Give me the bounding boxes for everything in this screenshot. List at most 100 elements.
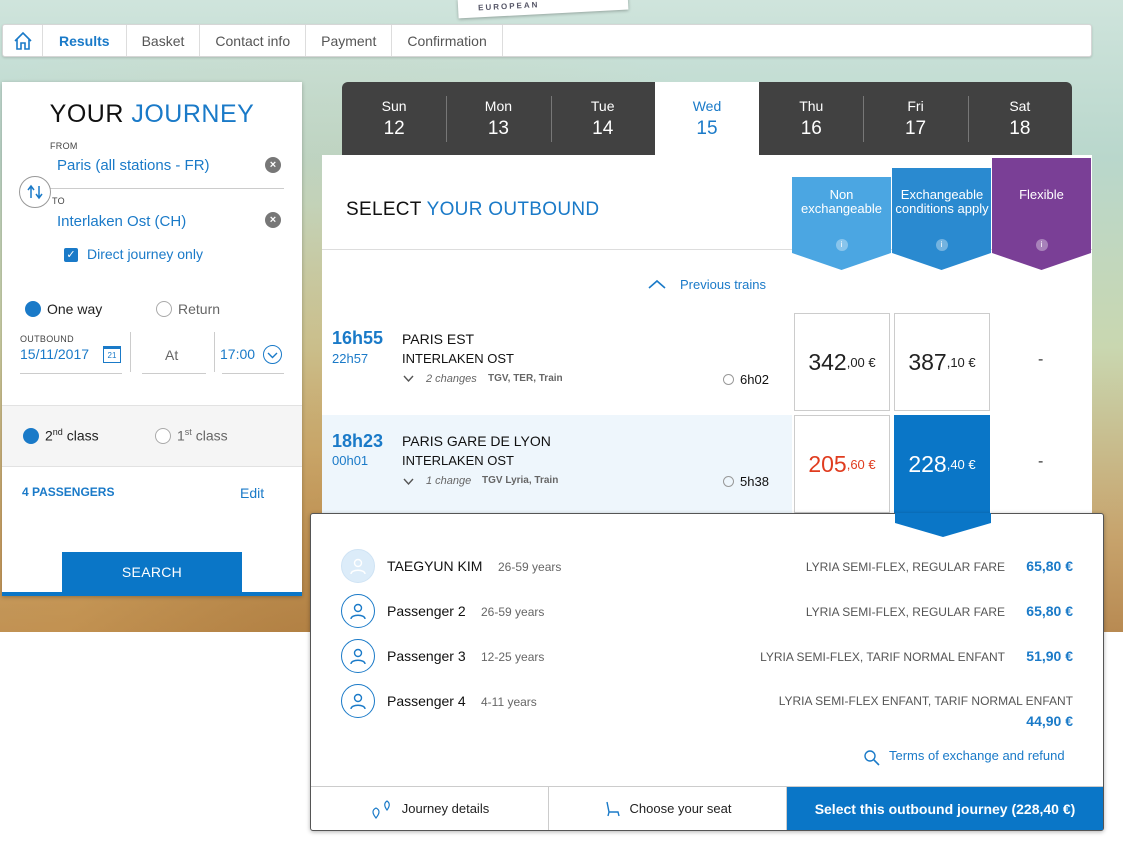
train-1-price-non-exchangeable[interactable]: 342,00 € [794, 313, 890, 411]
passenger-1-name: TAEGYUN KIM [387, 558, 483, 574]
one-way-radio[interactable] [25, 301, 41, 317]
to-input[interactable]: Interlaken Ost (CH) [57, 213, 186, 230]
day-tab-mon[interactable]: Mon 13 [446, 82, 550, 156]
passenger-2-fare: LYRIA SEMI-FLEX, REGULAR FARE [805, 605, 1005, 619]
one-way-label: One way [47, 301, 103, 317]
passenger-1-avatar [341, 549, 375, 583]
train-2-duration: 5h38 [740, 474, 769, 489]
select-outbound-title: SELECT YOUR OUTBOUND [346, 199, 600, 220]
passenger-3-fare: LYRIA SEMI-FLEX, TARIF NORMAL ENFANT [760, 650, 1005, 664]
passenger-1-fare: LYRIA SEMI-FLEX, REGULAR FARE [805, 560, 1005, 574]
passenger-4-name: Passenger 4 [387, 693, 466, 709]
class-selector: 2nd class 1st class [2, 405, 302, 467]
train-1-chevron-down-icon[interactable] [403, 375, 414, 383]
flexible-info-icon[interactable]: i [992, 239, 1091, 253]
clock-icon[interactable] [263, 345, 282, 364]
train-2-price-exchangeable-selected[interactable]: 228,40 € [894, 415, 990, 513]
train-1-price-exchangeable[interactable]: 387,10 € [894, 313, 990, 411]
panel-bottom-bar [2, 592, 302, 596]
calendar-icon[interactable]: 21 [103, 346, 121, 363]
first-class-radio[interactable] [155, 428, 171, 444]
passenger-3-age: 12-25 years [481, 650, 545, 664]
fare-header-exchangeable: Exchangeable conditions apply [895, 187, 989, 216]
previous-trains-link[interactable]: Previous trains [680, 277, 766, 292]
search-button[interactable]: SEARCH [62, 552, 242, 596]
terms-of-exchange-link[interactable]: Terms of exchange and refund [889, 748, 1065, 763]
fare-header-non-exchangeable: Non exchangeable [801, 187, 882, 216]
magnifier-icon [864, 750, 880, 766]
user-icon [350, 558, 366, 575]
return-radio[interactable] [156, 301, 172, 317]
train-1-train-types: TGV, TER, Train [488, 373, 563, 384]
tab-results[interactable]: Results [43, 25, 127, 56]
to-label: TO [52, 196, 65, 206]
day-tab-thu[interactable]: Thu 16 [759, 82, 863, 156]
fare-header-exchangeable-shape [892, 168, 991, 270]
map-pin-icon [372, 799, 390, 819]
train-1-departure: 16h55 [332, 328, 384, 348]
from-input[interactable]: Paris (all stations - FR) [57, 157, 210, 174]
train-1-arrival: 22h57 [332, 351, 369, 366]
journey-panel: YOUR JOURNEY FROM Paris (all stations - … [2, 82, 302, 596]
second-class-label: 2nd class [45, 427, 99, 444]
swap-icon [27, 184, 43, 200]
select-outbound-journey-button[interactable]: Select this outbound journey (228,40 €) [787, 787, 1103, 830]
time-input[interactable]: 17:00 [220, 346, 255, 362]
train-1-duration-icon [723, 374, 734, 385]
at-label: At [165, 347, 179, 363]
tab-basket[interactable]: Basket [127, 25, 201, 56]
train-2-origin: PARIS GARE DE LYON [402, 433, 551, 449]
day-tab-fri[interactable]: Fri 17 [863, 82, 967, 156]
passenger-count: 4 PASSENGERS [22, 485, 115, 499]
passenger-2-name: Passenger 2 [387, 603, 466, 619]
day-tab-sun[interactable]: Sun 12 [342, 82, 446, 156]
exchangeable-info-icon[interactable]: i [892, 239, 991, 253]
details-footer: Journey details Choose your seat Select … [311, 786, 1103, 830]
day-tab-tue[interactable]: Tue 14 [550, 82, 655, 156]
train-2-destination: INTERLAKEN OST [402, 453, 514, 468]
train-2-duration-icon [723, 476, 734, 487]
journey-details-button[interactable]: Journey details [311, 787, 549, 830]
direct-journey-checkbox[interactable]: ✓ [64, 248, 78, 262]
train-1-price-flexible: - [1038, 351, 1044, 368]
tab-payment[interactable]: Payment [306, 25, 393, 56]
passenger-3-avatar [341, 639, 375, 673]
passenger-2-avatar [341, 594, 375, 628]
day-tab-sat[interactable]: Sat 18 [967, 82, 1072, 156]
passenger-3-name: Passenger 3 [387, 648, 466, 664]
non-exchangeable-info-icon[interactable]: i [792, 239, 891, 253]
clear-to-icon[interactable]: × [265, 212, 281, 228]
train-2-price-non-exchangeable[interactable]: 205,60 € [794, 415, 890, 513]
outbound-label: OUTBOUND [20, 334, 74, 344]
swap-stations-button[interactable] [19, 176, 51, 208]
user-icon [350, 603, 366, 620]
return-label: Return [178, 301, 221, 317]
train-2-train-types: TGV Lyria, Train [482, 475, 559, 486]
train-2-changes[interactable]: 1 change [426, 475, 471, 487]
train-2-chevron-down-icon[interactable] [403, 478, 414, 486]
outbound-date-input[interactable]: 15/11/2017 [20, 346, 89, 362]
train-1-destination: INTERLAKEN OST [402, 351, 514, 366]
train-1-changes[interactable]: 2 changes [426, 373, 477, 385]
passenger-4-fare: LYRIA SEMI-FLEX ENFANT, TARIF NORMAL ENF… [778, 694, 1073, 708]
passenger-2-age: 26-59 years [481, 605, 545, 619]
second-class-radio[interactable] [23, 428, 39, 444]
user-icon [350, 648, 366, 665]
train-2-highlight [322, 415, 792, 513]
home-button[interactable] [3, 25, 43, 56]
tab-contact-info[interactable]: Contact info [200, 25, 307, 56]
choose-seat-button[interactable]: Choose your seat [549, 787, 787, 830]
edit-passengers-link[interactable]: Edit [240, 485, 264, 501]
time-divider [214, 332, 215, 372]
passenger-1-age: 26-59 years [498, 560, 562, 574]
passenger-1-price: 65,80 € [1026, 558, 1073, 574]
day-tab-wed[interactable]: Wed 15 [654, 82, 760, 156]
tab-confirmation[interactable]: Confirmation [392, 25, 503, 56]
progress-nav: Results Basket Contact info Payment Conf… [2, 24, 1092, 57]
clear-from-icon[interactable]: × [265, 157, 281, 173]
passenger-3-price: 51,90 € [1026, 648, 1073, 664]
day-tabs: Sun 12 Mon 13 Tue 14 Wed 15 Thu 16 Fri 17 Sat 1… [342, 82, 1072, 156]
train-2-departure: 18h23 [332, 431, 384, 451]
time-underline [222, 373, 284, 374]
chevron-up-icon[interactable] [648, 279, 666, 290]
